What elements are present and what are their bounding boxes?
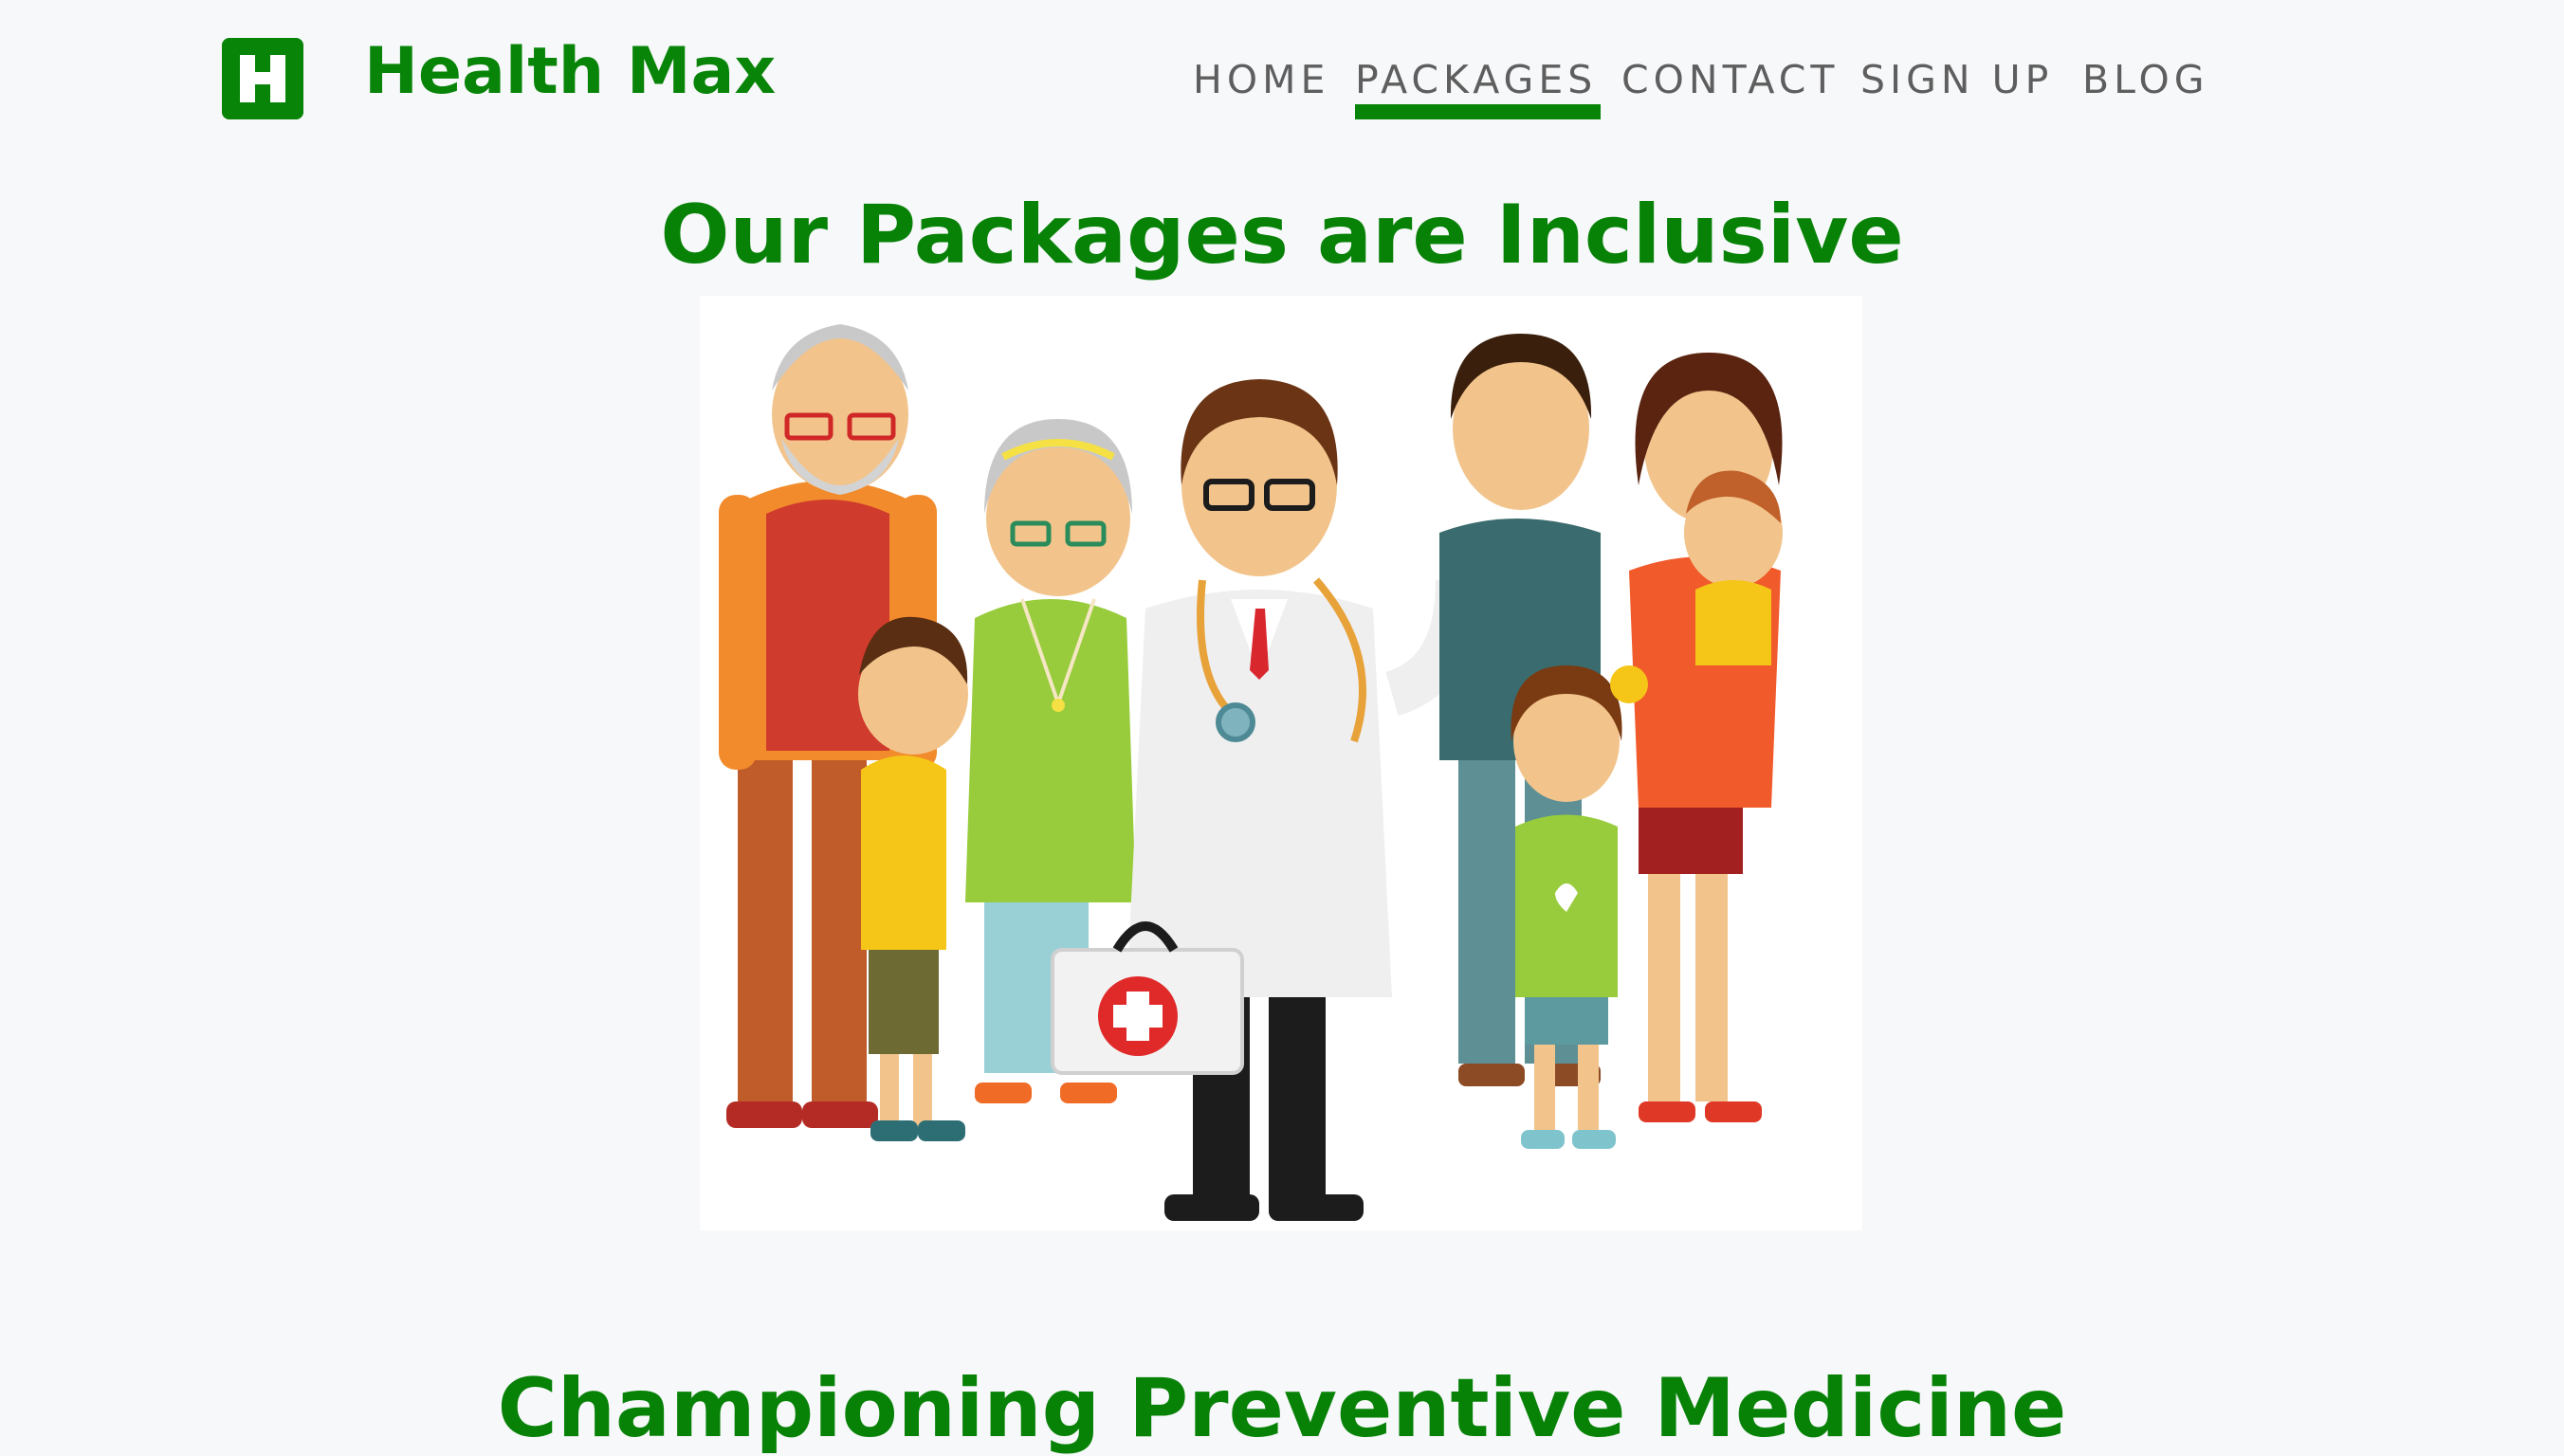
nav-home[interactable]: HOME [1193, 53, 1329, 106]
page: Health Max HOME PACKAGES CONTACT SIGN UP… [0, 0, 2564, 1456]
girl-figure [1511, 665, 1648, 1149]
nav-sign-up[interactable]: SIGN UP [1860, 53, 2053, 106]
nav-packages[interactable]: PACKAGES [1355, 53, 1602, 119]
section-title: Our Packages are Inclusive [660, 188, 1904, 282]
next-section-title: Championing Preventive Medicine [497, 1361, 2067, 1456]
site-header: Health Max HOME PACKAGES CONTACT SIGN UP… [0, 0, 2564, 148]
boy-figure [858, 616, 968, 1141]
mother-figure [1629, 353, 1783, 1122]
nav-contact[interactable]: CONTACT [1621, 53, 1839, 106]
family-doctor-illustration [700, 296, 1862, 1230]
main-nav: HOME PACKAGES CONTACT SIGN UP BLOG [1193, 53, 2236, 129]
logo-icon[interactable] [222, 38, 303, 119]
brand-name[interactable]: Health Max [364, 34, 776, 109]
nav-blog[interactable]: BLOG [2082, 53, 2209, 106]
